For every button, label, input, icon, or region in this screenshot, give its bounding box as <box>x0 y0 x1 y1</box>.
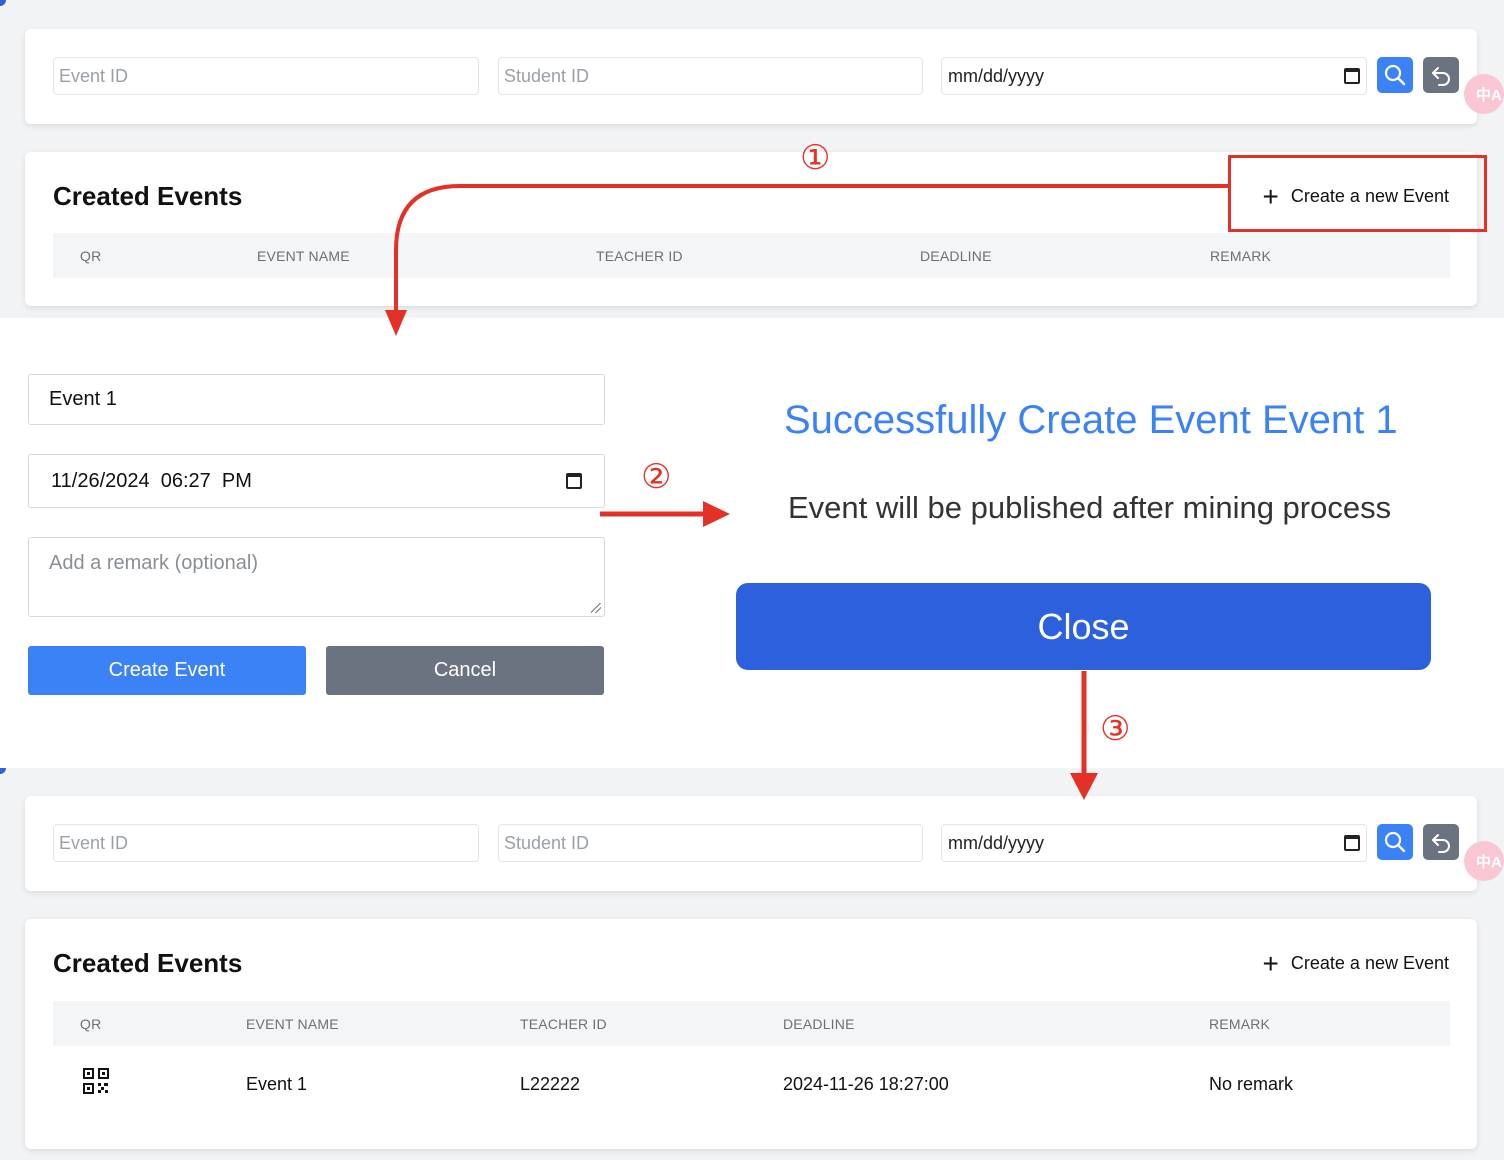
arrowhead-step-1 <box>385 310 407 336</box>
step-1-marker: ① <box>800 139 831 177</box>
step-3-marker: ③ <box>1100 710 1131 748</box>
arrowhead-step-3 <box>1070 773 1098 800</box>
annotation-arrows <box>385 184 1228 800</box>
arrow-step-1 <box>394 184 1228 312</box>
step-2-marker: ② <box>641 458 672 496</box>
arrowhead-step-2 <box>703 501 730 527</box>
